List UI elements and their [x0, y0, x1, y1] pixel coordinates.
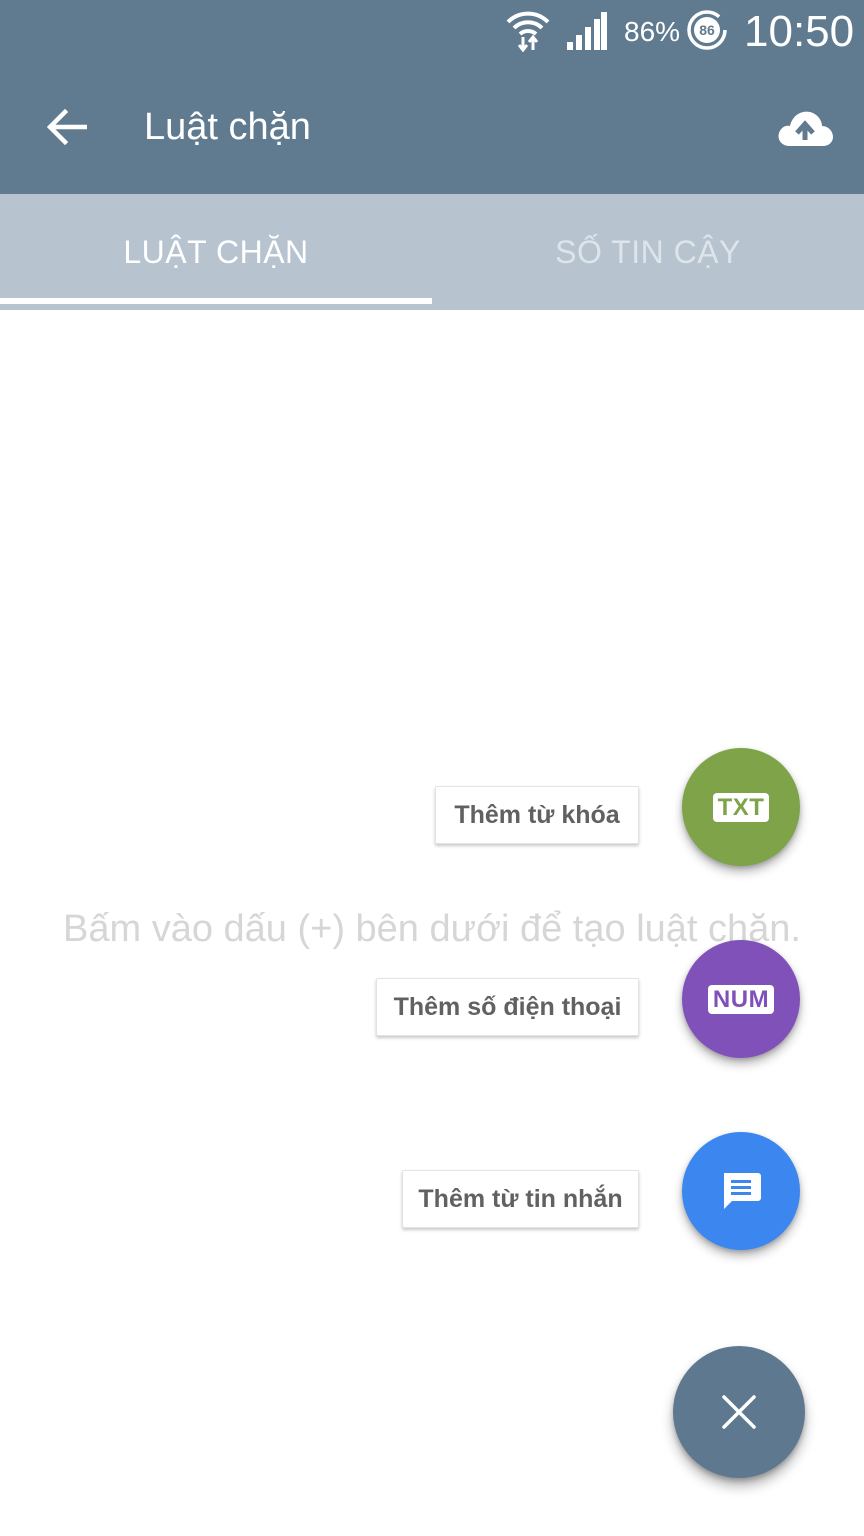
- tab-trusted-numbers[interactable]: SỐ TIN CẬY: [432, 194, 864, 310]
- battery-icon: 86: [687, 10, 727, 50]
- wifi-icon: [506, 11, 550, 52]
- back-button[interactable]: [40, 100, 94, 154]
- cloud-upload-button[interactable]: [772, 100, 838, 156]
- app-bar: 86% 86 10:50 Luật chặn: [0, 0, 864, 194]
- status-bar: 86% 86 10:50: [0, 0, 864, 66]
- tab-bar: LUẬT CHẶN SỐ TIN CẬY: [0, 194, 864, 310]
- tab-indicator: [0, 298, 432, 304]
- arrow-back-icon: [47, 109, 87, 145]
- battery-icon-value: 86: [699, 22, 715, 38]
- tab-block-rules[interactable]: LUẬT CHẶN: [0, 194, 432, 310]
- add-phone-number-button[interactable]: NUM: [682, 940, 800, 1058]
- add-keyword-label[interactable]: Thêm từ khóa: [435, 786, 639, 844]
- add-from-message-label[interactable]: Thêm từ tin nhắn: [402, 1170, 639, 1228]
- message-icon: [724, 1173, 761, 1209]
- close-speed-dial-button[interactable]: [673, 1346, 805, 1478]
- add-from-message-button[interactable]: [682, 1132, 800, 1250]
- close-icon: [722, 1395, 756, 1429]
- txt-badge-icon: TXT: [712, 792, 770, 822]
- page-title: Luật chặn: [144, 106, 311, 148]
- clock: 10:50: [744, 7, 855, 56]
- add-keyword-button[interactable]: TXT: [682, 748, 800, 866]
- num-badge-icon: NUM: [707, 984, 775, 1014]
- cell-signal-icon: [567, 12, 607, 50]
- add-phone-number-label[interactable]: Thêm số điện thoại: [376, 978, 639, 1036]
- battery-percent: 86%: [624, 16, 681, 47]
- cloud-upload-icon: [778, 111, 833, 146]
